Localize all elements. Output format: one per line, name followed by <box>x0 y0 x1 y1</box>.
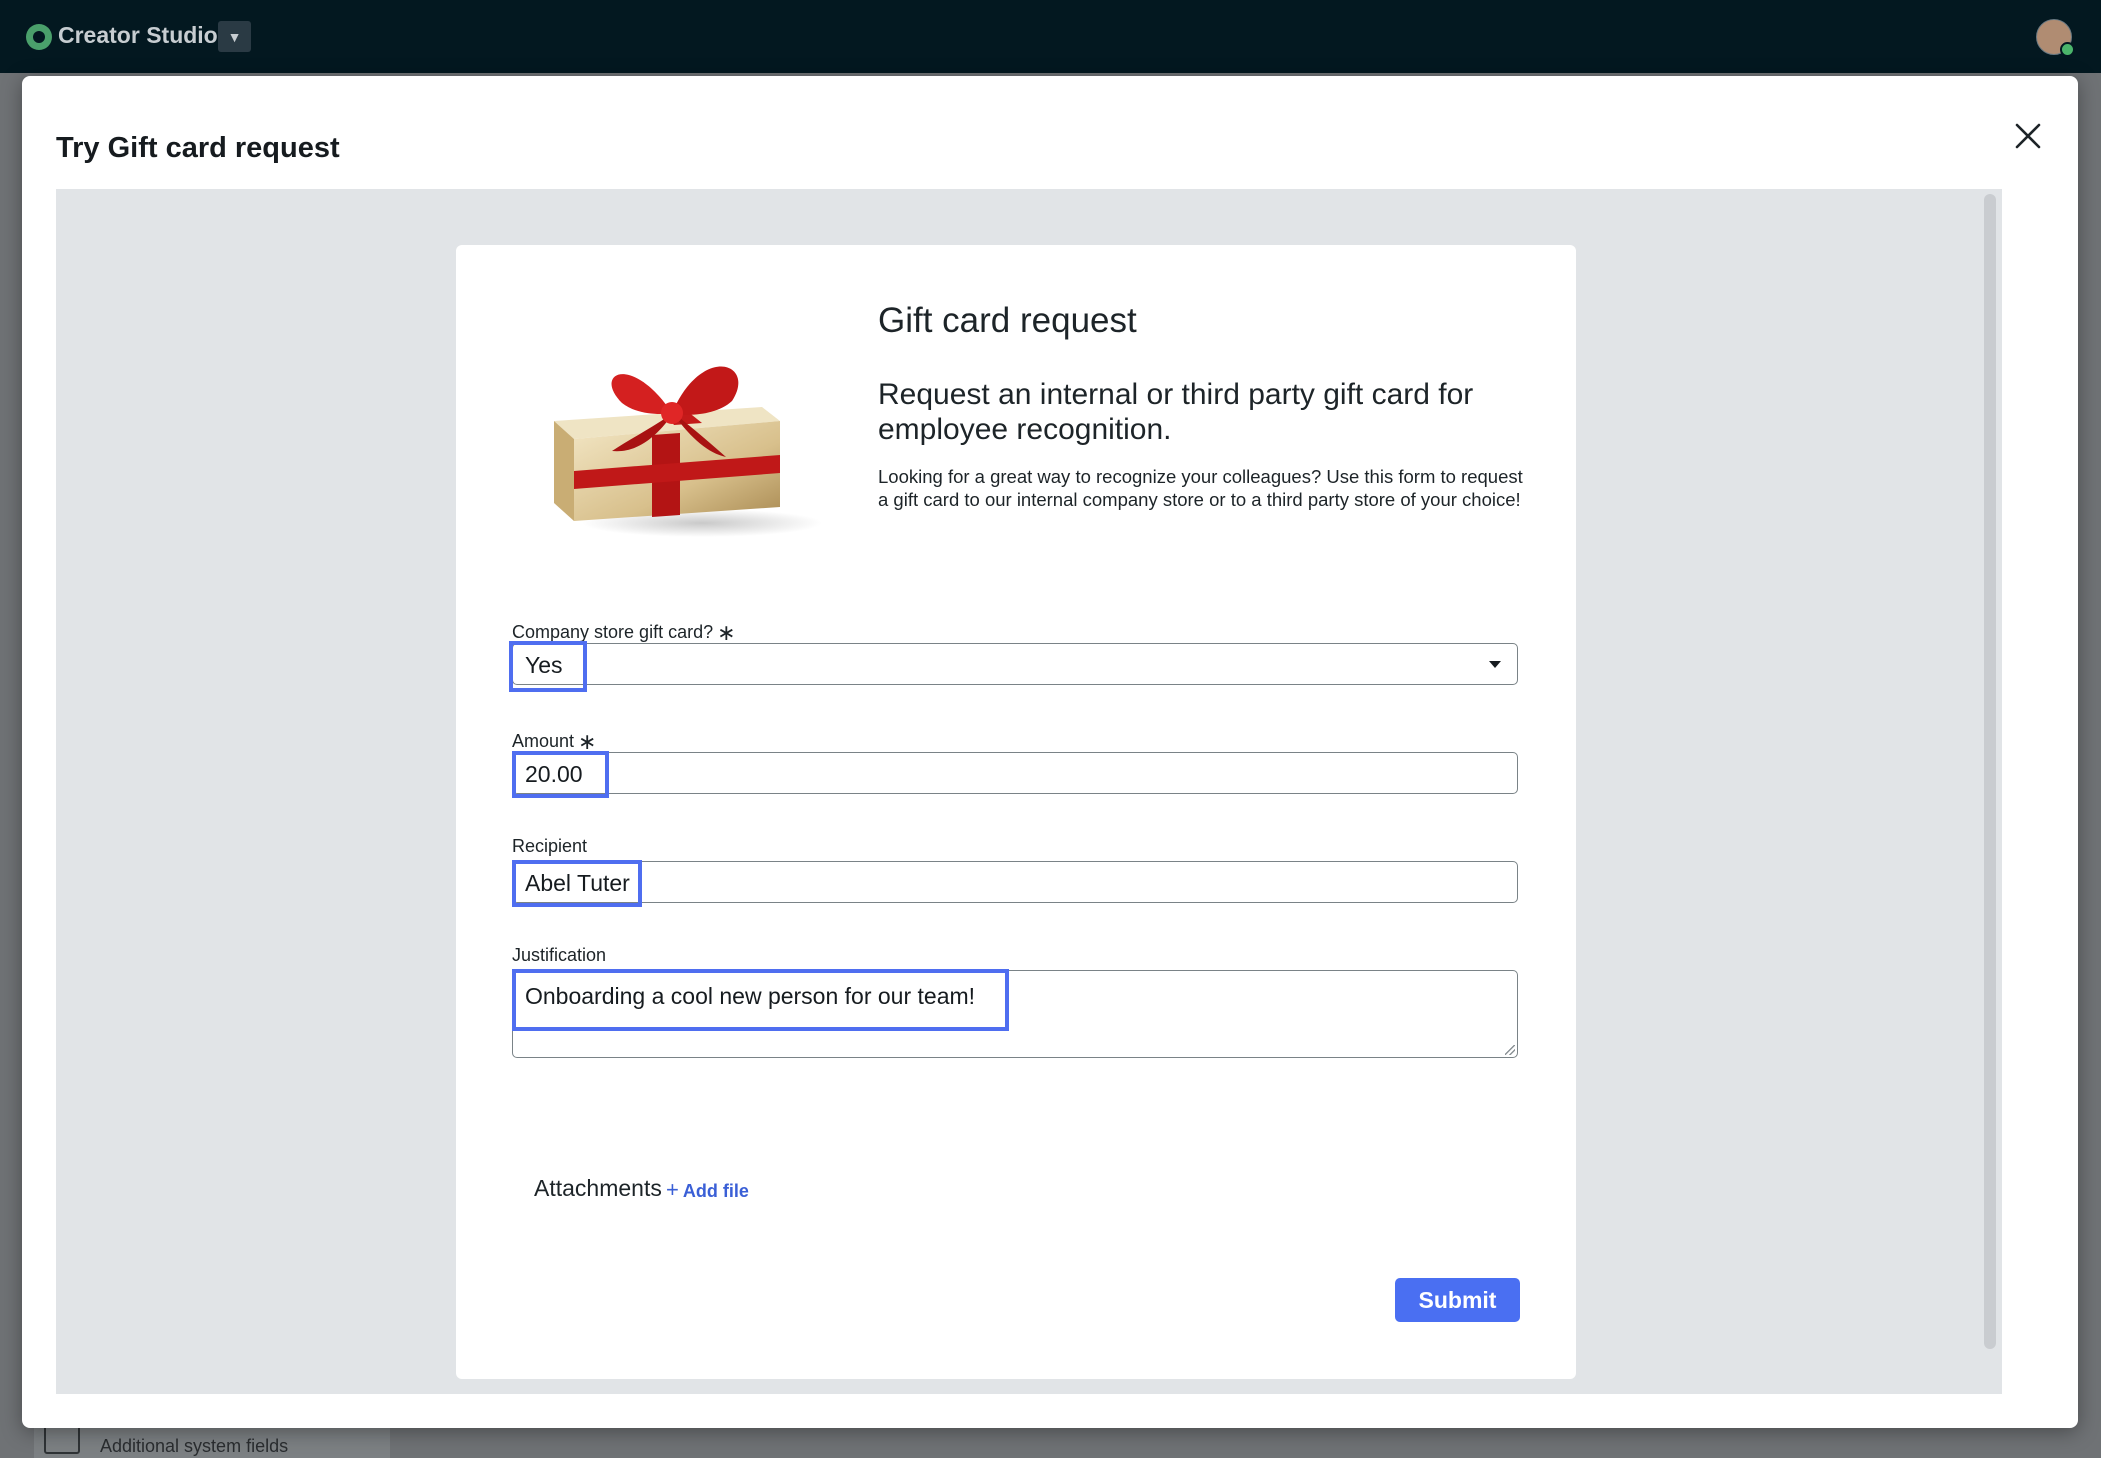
highlight-box <box>512 969 1009 1031</box>
recipient-input[interactable]: Abel Tuter <box>512 861 1518 903</box>
app-title: Creator Studio <box>58 22 218 48</box>
form-description: Looking for a great way to recognize you… <box>878 466 1523 510</box>
dropdown-caret-icon <box>1489 661 1501 668</box>
form-card: Gift card request Request an internal or… <box>456 245 1576 1379</box>
form-title: Gift card request <box>878 301 1137 340</box>
highlight-box <box>509 641 587 692</box>
company-store-label-text: Company store gift card? <box>512 622 714 642</box>
preview-modal: Try Gift card request Gift card request … <box>22 76 2078 1428</box>
form-preview-area: Gift card request Request an internal or… <box>56 189 2002 1394</box>
plus-icon: + <box>666 1177 679 1202</box>
required-asterisk: ∗ <box>717 620 736 645</box>
add-file-link[interactable]: + Add file <box>666 1177 749 1203</box>
highlight-box <box>512 751 609 798</box>
amount-label: Amount ∗ <box>512 727 596 754</box>
top-bar: Creator Studio ▼ <box>0 0 2101 73</box>
submit-button[interactable]: Submit <box>1395 1278 1520 1322</box>
chevron-down-icon: ▼ <box>227 28 242 45</box>
close-button[interactable] <box>2006 114 2050 158</box>
form-subtitle: Request an internal or third party gift … <box>878 378 1474 446</box>
close-icon <box>2015 123 2041 149</box>
justification-label: Justification <box>512 945 607 965</box>
amount-label-text: Amount <box>512 731 575 751</box>
background-panel-subtitle: Additional system fields <box>100 1436 289 1456</box>
preview-scrollbar[interactable] <box>1984 194 1996 1349</box>
modal-title: Try Gift card request <box>56 132 340 164</box>
company-store-select[interactable]: Yes <box>512 643 1518 685</box>
attachments-label: Attachments <box>534 1175 662 1201</box>
highlight-box <box>512 860 642 907</box>
app-menu-button[interactable]: ▼ <box>218 21 251 52</box>
app-logo-icon <box>26 24 52 50</box>
gift-box-image <box>512 303 834 547</box>
amount-input[interactable]: 20.00 <box>512 752 1518 794</box>
resize-handle-icon[interactable] <box>1505 1045 1515 1055</box>
status-indicator <box>2060 42 2075 57</box>
add-file-label: Add file <box>682 1181 749 1201</box>
recipient-label: Recipient <box>512 836 588 856</box>
